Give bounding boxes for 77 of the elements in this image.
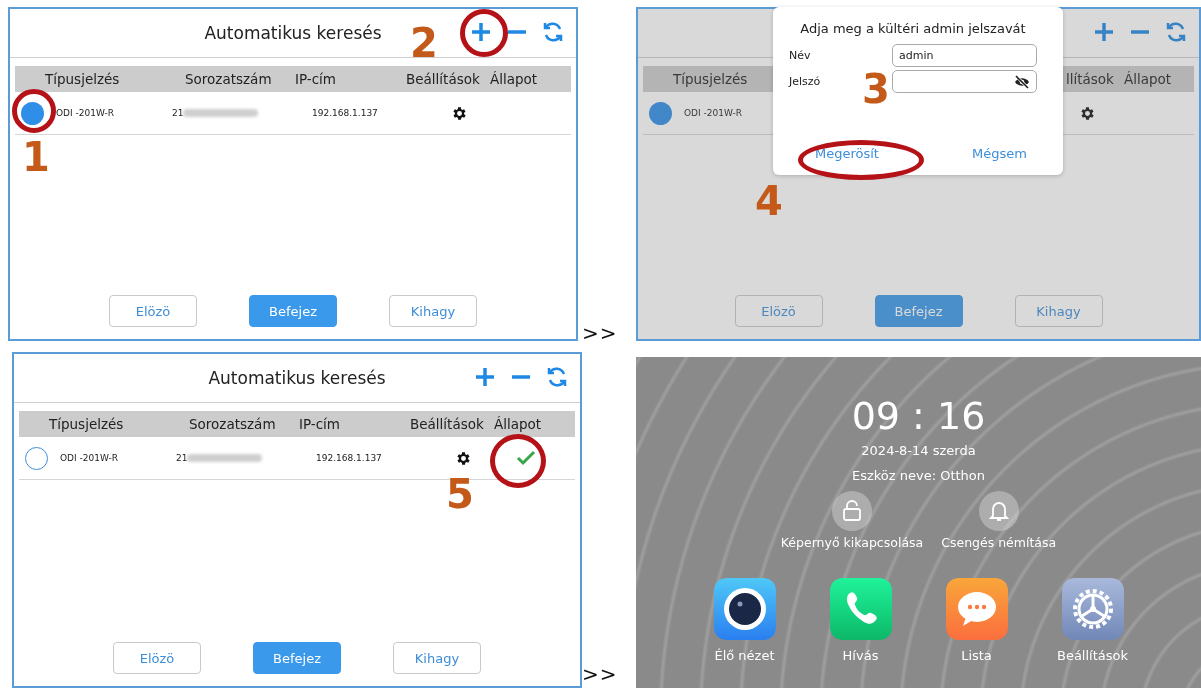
radio-button[interactable] [649,101,672,125]
camera-app-icon[interactable] [713,578,776,640]
column-header: IP-cím [295,71,337,87]
column-header: Beállítások [406,71,480,87]
column-header: Állapot [490,71,538,87]
eye-slash-icon[interactable] [1014,74,1030,89]
quick-action-label: Képernyő kikapcsolása [780,535,924,550]
gear-icon[interactable] [455,449,472,467]
device-name: Eszköz neve: Otthon [851,468,986,483]
app-label: Élő nézet [714,648,775,663]
dialog-action[interactable]: Mégsem [972,146,1027,161]
password-field[interactable] [892,70,1037,93]
model-name: ODI -201W-R [684,108,742,118]
dialog-action[interactable]: Megerösít [815,146,879,161]
dialog-title: Adja meg a kültéri admin jelszavát [799,21,1027,36]
phone-app-icon[interactable] [829,578,892,640]
quick-action-button[interactable] [832,491,872,531]
next-arrow: >> [582,321,619,345]
chat-app-icon[interactable] [945,578,1008,640]
app-label: Hívás [842,648,879,663]
step-number: 2 [410,23,438,63]
name-field[interactable]: admin [892,44,1037,67]
field-label: Név [789,49,811,62]
ip-address: 192.168.1.137 [316,453,383,463]
ip-address: 192.168.1.137 [312,108,379,118]
finish-button[interactable]: Befejez [249,295,337,327]
date-text: 2024-8-14 szerda [861,443,976,458]
settings-app-icon[interactable] [1061,578,1124,640]
field-label: Jelszó [789,75,821,88]
column-header: Állapot [1123,71,1172,87]
step-button[interactable]: Kihagy [389,295,477,327]
clock-time: 09 : 16 [851,397,986,435]
add-icon[interactable] [1093,21,1115,43]
step-number: 3 [862,69,890,109]
unlocked-padlock-icon[interactable] [842,500,862,522]
refresh-icon[interactable] [546,366,568,388]
column-header: Beállítások [410,416,484,432]
app-label: Beállítások [1057,648,1129,663]
column-header: Sorozatszám [185,71,272,87]
column-header: Típusjelzés [44,71,120,87]
serial-number: 21 [172,108,184,118]
step-button[interactable]: Elözö [113,642,201,674]
highlight-circle [460,9,508,57]
radio-button[interactable] [21,101,44,125]
gear-icon[interactable] [1079,104,1096,122]
model-name: ODI -201W-R [56,108,114,118]
step-number: 5 [446,474,474,514]
step-button[interactable]: Kihagy [393,642,481,674]
step-button[interactable]: Kihagy [1014,295,1103,327]
serial-number: 21 [176,453,188,463]
add-icon[interactable] [470,21,492,43]
highlight-circle [490,434,546,488]
app-label: Lista [961,648,992,663]
screen-title: Automatikus keresés [204,23,382,43]
step-button[interactable]: Elözö [109,295,197,327]
column-header: Sorozatszám [189,416,276,432]
bell-icon[interactable] [988,500,1009,522]
column-header: Típusjelzés [48,416,124,432]
column-header: IP-cím [299,416,341,432]
step-number: 4 [755,181,783,221]
column-header: Állapot [494,416,542,432]
quick-action-button[interactable] [978,491,1019,531]
step-number: 1 [22,137,50,177]
column-header: Típusjelzés [672,71,748,87]
gear-icon[interactable] [451,104,468,122]
model-name: ODI -201W-R [60,453,118,463]
step-button[interactable]: Elözö [734,295,823,327]
quick-action-label: Csengés némítása [941,535,1057,550]
finish-button[interactable]: Befejez [253,642,341,674]
refresh-icon[interactable] [542,21,564,43]
finish-button[interactable]: Befejez [874,295,963,327]
column-header: llítások [1065,71,1114,87]
add-icon[interactable] [474,366,496,388]
highlight-circle [12,89,56,133]
screen-title: Automatikus keresés [208,368,386,388]
refresh-icon[interactable] [1165,21,1187,43]
next-arrow: >> [582,662,619,686]
